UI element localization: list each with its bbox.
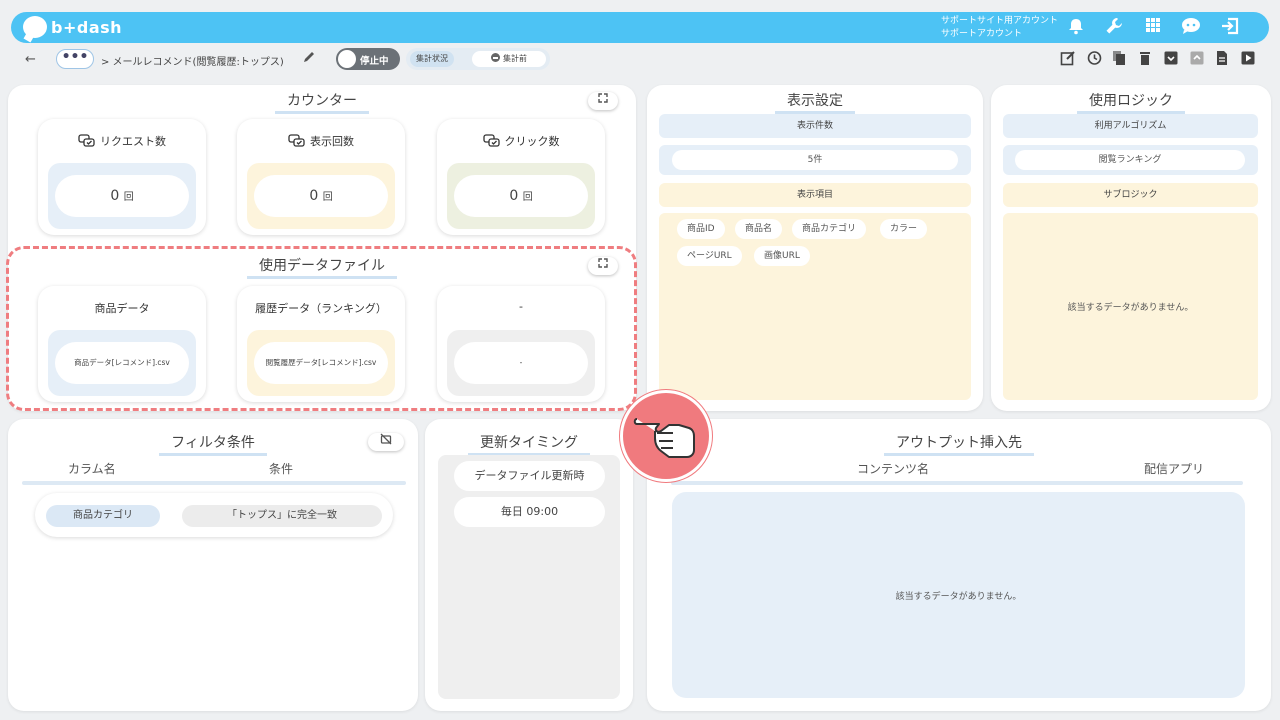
display-item-tag: 商品ID: [677, 219, 725, 239]
filter-panel: フィルタ条件 カラム名 条件 商品カテゴリ 「トップス」に完全一致: [8, 419, 418, 711]
logo[interactable]: b+dash: [23, 16, 122, 38]
aggregation-status: 集計状況 集計前: [406, 48, 550, 70]
chat-bubbles-icon: [78, 134, 96, 151]
display-settings-panel: 表示設定 表示件数 5件 表示項目 商品ID 商品名 商品カテゴリ カラー ペー…: [647, 85, 983, 411]
aggregation-label: 集計状況: [410, 51, 454, 67]
status-toggle[interactable]: 停止中: [336, 48, 400, 70]
filter-title: フィルタ条件: [8, 432, 418, 456]
timing-schedule: 毎日 09:00: [454, 497, 605, 527]
timing-area: [438, 455, 620, 699]
logic-panel: 使用ロジック 利用アルゴリズム 閲覧ランキング サブロジック 該当するデータがあ…: [991, 85, 1271, 411]
counter-value: 0 回: [254, 175, 388, 217]
aggregation-value: 集計前: [503, 54, 527, 63]
display-items-area: [659, 213, 971, 400]
account-name: サポートサイト用アカウント: [941, 16, 1059, 26]
display-item-tag: ページURL: [677, 246, 742, 266]
display-item-tag: カラー: [880, 219, 928, 239]
aggregation-badge: 集計前: [472, 51, 546, 67]
algorithm-value: 閲覧ランキング: [1015, 150, 1245, 170]
bell-icon[interactable]: [1065, 17, 1087, 39]
display-item-tag: 商品カテゴリ: [792, 219, 867, 239]
app-header: b+dash サポートサイト用アカウント サポートアカウント: [11, 12, 1269, 43]
counter-value-box: 0 回: [247, 163, 395, 229]
toolbar: ← ••• > メールレコメンド(閲覧履歴:トップス) 停止中 集計状況 集計前: [11, 44, 1269, 76]
output-empty-text: 該当するデータがありません。: [895, 592, 1022, 602]
filter-column-header: カラム名: [68, 462, 116, 476]
timing-trigger: データファイル更新時: [454, 461, 605, 491]
toggle-label: 停止中: [360, 56, 389, 67]
algorithm-header: 利用アルゴリズム: [1003, 114, 1258, 138]
output-title: アウトプット挿入先: [647, 432, 1271, 456]
display-count-value: 5件: [672, 150, 958, 170]
breadcrumb: > メールレコメンド(閲覧履歴:トップス): [101, 57, 284, 68]
filter-hide-button[interactable]: [368, 433, 404, 451]
display-title: 表示設定: [647, 90, 983, 114]
counter-card-clicks: クリック数 0 回: [437, 119, 605, 235]
minus-circle-icon: [491, 53, 500, 62]
counter-card-label: クリック数: [437, 133, 605, 151]
timing-panel: 更新タイミング データファイル更新時 毎日 09:00: [425, 419, 633, 711]
rename-pencil-icon[interactable]: [303, 50, 316, 67]
account-subname: サポートアカウント: [941, 29, 1023, 39]
toggle-knob: [338, 50, 356, 68]
edit-icon[interactable]: [1059, 50, 1077, 70]
pointing-hand-icon: [620, 390, 712, 482]
counter-value: 0 回: [55, 175, 189, 217]
counter-title: カウンター: [8, 90, 636, 114]
sublogic-empty-text: 該当するデータがありません。: [1067, 303, 1194, 313]
chat-bubbles-icon: [288, 134, 306, 151]
timing-title: 更新タイミング: [425, 432, 633, 456]
play-icon[interactable]: [1239, 50, 1257, 70]
display-item-tag: 画像URL: [754, 246, 810, 266]
logout-icon[interactable]: [1219, 17, 1241, 39]
trash-icon[interactable]: [1136, 50, 1154, 70]
unarchive-icon[interactable]: [1188, 50, 1206, 70]
logic-title: 使用ロジック: [991, 90, 1271, 114]
archive-icon[interactable]: [1162, 50, 1180, 70]
output-app-header: 配信アプリ: [1144, 462, 1205, 476]
counter-card-requests: リクエスト数 0 回: [38, 119, 206, 235]
counter-card-impressions: 表示回数 0 回: [237, 119, 405, 235]
document-icon[interactable]: [1213, 50, 1231, 70]
logo-text: b+dash: [51, 17, 123, 37]
filter-row-column: 商品カテゴリ: [46, 505, 160, 527]
display-count-header: 表示件数: [659, 114, 971, 138]
counter-value-box: 0 回: [48, 163, 196, 229]
counter-expand-button[interactable]: [588, 92, 618, 110]
output-header-divider: [671, 481, 1243, 485]
filter-header-divider: [22, 481, 406, 485]
display-item-tag: 商品名: [735, 219, 783, 239]
grid-icon[interactable]: [1142, 17, 1164, 39]
more-button[interactable]: •••: [56, 49, 94, 69]
filter-row-condition: 「トップス」に完全一致: [182, 505, 382, 527]
counter-card-label: リクエスト数: [38, 133, 206, 151]
highlight-dashed-frame: [6, 246, 637, 411]
counter-value: 0 回: [454, 175, 588, 217]
output-content-header: コンテンツ名: [857, 462, 930, 476]
sublogic-header: サブロジック: [1003, 183, 1258, 207]
account-info[interactable]: サポートサイト用アカウント サポートアカウント: [941, 15, 1058, 41]
filter-condition-header: 条件: [269, 462, 294, 476]
logo-bubble-icon: [23, 16, 47, 38]
chat-bubbles-icon: [482, 134, 501, 151]
output-panel: アウトプット挿入先 コンテンツ名 配信アプリ 該当するデータがありません。: [647, 419, 1271, 711]
history-icon[interactable]: [1085, 50, 1103, 70]
wrench-icon[interactable]: [1103, 17, 1125, 39]
back-arrow-icon[interactable]: ←: [25, 52, 36, 67]
chat-icon[interactable]: [1180, 17, 1202, 39]
counter-value-box: 0 回: [447, 163, 595, 229]
copy-icon[interactable]: [1110, 50, 1128, 70]
counter-card-label: 表示回数: [237, 133, 405, 151]
display-items-header: 表示項目: [659, 183, 971, 207]
